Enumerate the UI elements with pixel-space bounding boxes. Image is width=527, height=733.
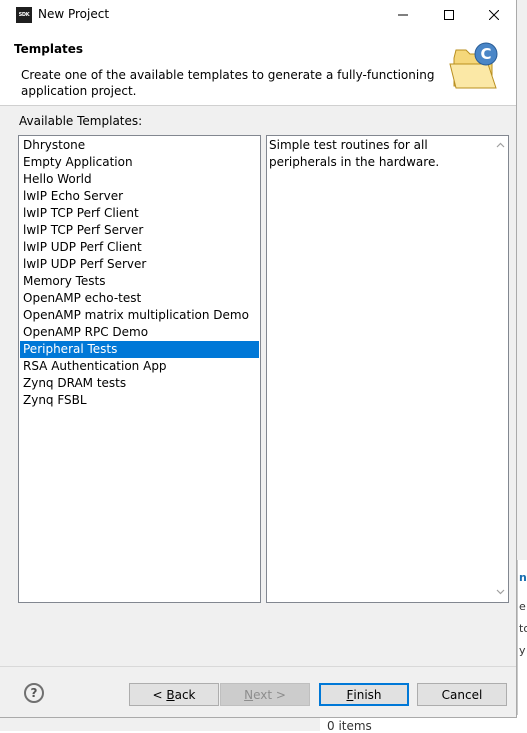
maximize-button[interactable]	[426, 0, 472, 30]
close-icon	[489, 10, 499, 20]
background-text-fragment: n	[519, 571, 527, 584]
background-text-fragment: y	[519, 644, 526, 657]
template-item-lwip-udp-perf-server[interactable]: lwIP UDP Perf Server	[20, 256, 259, 273]
template-item-openamp-rpc-demo[interactable]: OpenAMP RPC Demo	[20, 324, 259, 341]
close-button[interactable]	[471, 0, 517, 30]
sdk-app-icon: SDK	[16, 7, 32, 23]
template-description-text: Simple test routines for all peripherals…	[269, 138, 440, 169]
finish-button-label: inish	[353, 687, 382, 702]
next-button[interactable]: Next >	[220, 683, 310, 706]
next-button-mnemonic: N	[244, 687, 254, 702]
template-item-zynq-dram-tests[interactable]: Zynq DRAM tests	[20, 375, 259, 392]
background-text-fragment: to	[519, 622, 527, 635]
next-button-label: ext >	[253, 687, 286, 702]
template-item-peripheral-tests[interactable]: Peripheral Tests	[20, 341, 259, 358]
scroll-up-button[interactable]	[493, 138, 507, 152]
back-button[interactable]: < Back	[129, 683, 219, 706]
available-templates-label: Available Templates:	[19, 114, 143, 128]
template-item-lwip-tcp-perf-client[interactable]: lwIP TCP Perf Client	[20, 205, 259, 222]
cancel-button-label: Cancel	[441, 687, 483, 702]
template-item-lwip-tcp-perf-server[interactable]: lwIP TCP Perf Server	[20, 222, 259, 239]
minimize-icon	[398, 14, 408, 16]
page-title: Templates	[14, 42, 84, 56]
maximize-icon	[444, 10, 454, 20]
template-item-zynq-fsbl[interactable]: Zynq FSBL	[20, 392, 259, 409]
template-item-dhrystone[interactable]: Dhrystone	[20, 137, 259, 154]
wizard-header: Templates Create one of the available te…	[0, 30, 516, 106]
templates-list[interactable]: Dhrystone Empty Application Hello World …	[18, 135, 261, 603]
background-text-fragment: e	[519, 600, 526, 613]
button-bar-separator	[0, 666, 516, 667]
back-button-mnemonic: B	[166, 687, 175, 702]
new-c-project-folder-icon: C	[449, 42, 498, 89]
svg-text:C: C	[480, 45, 491, 63]
template-description-panel[interactable]: Simple test routines for all peripherals…	[266, 135, 509, 603]
title-bar[interactable]: SDK New Project	[0, 0, 516, 30]
template-item-lwip-udp-perf-client[interactable]: lwIP UDP Perf Client	[20, 239, 259, 256]
chevron-down-icon	[496, 589, 504, 595]
finish-button[interactable]: Finish	[319, 683, 409, 706]
help-icon[interactable]: ?	[24, 683, 44, 703]
background-panel-strip: n e to y	[517, 560, 527, 731]
cancel-button[interactable]: Cancel	[417, 683, 507, 706]
back-button-prefix: <	[152, 687, 167, 702]
template-item-empty-application[interactable]: Empty Application	[20, 154, 259, 171]
scroll-down-button[interactable]	[493, 585, 507, 599]
template-item-openamp-matrix-multiplication-demo[interactable]: OpenAMP matrix multiplication Demo	[20, 307, 259, 324]
page-description: Create one of the available templates to…	[21, 68, 435, 98]
back-button-label: ack	[174, 687, 196, 702]
template-item-openamp-echo-test[interactable]: OpenAMP echo-test	[20, 290, 259, 307]
template-item-lwip-echo-server[interactable]: lwIP Echo Server	[20, 188, 259, 205]
template-item-rsa-authentication-app[interactable]: RSA Authentication App	[20, 358, 259, 375]
window-title: New Project	[38, 7, 110, 21]
minimize-button[interactable]	[380, 0, 426, 30]
chevron-up-icon	[496, 142, 504, 148]
new-project-dialog: SDK New Project Templates Create one of …	[0, 0, 517, 718]
template-item-hello-world[interactable]: Hello World	[20, 171, 259, 188]
finish-button-mnemonic: F	[346, 687, 354, 702]
template-item-memory-tests[interactable]: Memory Tests	[20, 273, 259, 290]
